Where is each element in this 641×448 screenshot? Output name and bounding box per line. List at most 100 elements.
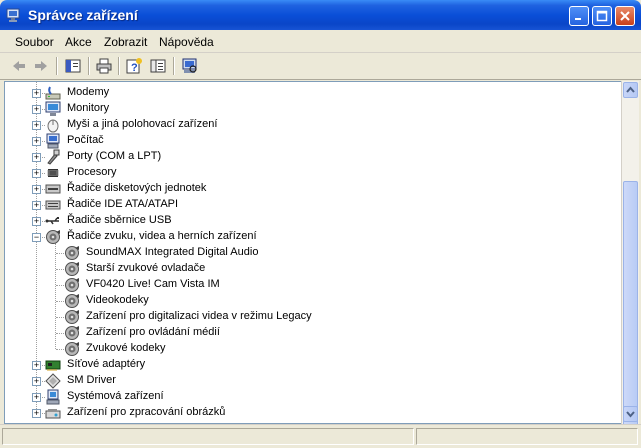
tree-item-starsi-zvukove-ovladace[interactable]: Starší zvukové ovladače bbox=[5, 261, 615, 277]
expand-toggle[interactable]: + bbox=[32, 169, 41, 178]
arrow-down-icon bbox=[626, 411, 635, 418]
expand-toggle[interactable]: + bbox=[32, 153, 41, 162]
sound-icon bbox=[46, 230, 60, 244]
maximize-icon bbox=[596, 10, 608, 22]
expand-toggle[interactable]: + bbox=[32, 377, 41, 386]
sound-icon bbox=[65, 262, 79, 276]
toolbar: ? bbox=[0, 53, 641, 80]
mouse-icon bbox=[47, 119, 59, 133]
menu-akce[interactable]: Akce bbox=[65, 35, 92, 49]
close-button[interactable] bbox=[615, 6, 635, 26]
toolbar-separator bbox=[56, 57, 58, 75]
device-manager-icon bbox=[6, 8, 20, 22]
expand-toggle[interactable]: + bbox=[32, 185, 41, 194]
properties-icon[interactable] bbox=[149, 57, 167, 75]
tree-item-radice-zvuku-videa-a-hernich-zarizeni[interactable]: − Řadiče zvuku, videa a herních zařízení bbox=[5, 229, 615, 245]
sound-icon bbox=[65, 294, 79, 308]
expand-toggle[interactable]: + bbox=[32, 137, 41, 146]
maximize-button[interactable] bbox=[592, 6, 612, 26]
print-icon[interactable] bbox=[95, 57, 113, 75]
menu-soubor[interactable]: Soubor bbox=[15, 35, 54, 49]
tree-item-label: Zařízení pro digitalizaci videa v režimu… bbox=[86, 310, 312, 322]
tree-item-zarizeni-pro-zpracovani-obrazku[interactable]: + Zařízení pro zpracování obrázků bbox=[5, 405, 615, 421]
tree-item-label: VF0420 Live! Cam Vista IM bbox=[86, 278, 220, 290]
menu-napoveda[interactable]: Nápověda bbox=[159, 35, 214, 49]
imaging-device-icon bbox=[45, 409, 61, 419]
expand-toggle[interactable]: + bbox=[32, 89, 41, 98]
tree-item-systemova-zarizeni[interactable]: + Systémová zařízení bbox=[5, 389, 615, 405]
tree-item-soundmax-integrated-digital-audio[interactable]: SoundMAX Integrated Digital Audio bbox=[5, 245, 615, 261]
toolbar-separator bbox=[88, 57, 90, 75]
tree-item-zarizeni-pro-ovladani-medii[interactable]: Zařízení pro ovládání médií bbox=[5, 325, 615, 341]
sound-icon bbox=[65, 342, 79, 356]
expand-toggle[interactable]: + bbox=[32, 217, 41, 226]
tree-item-zvukove-kodeky[interactable]: Zvukové kodeky bbox=[5, 341, 615, 357]
minimize-button[interactable] bbox=[569, 6, 589, 26]
tree-item-label: Řadiče sběrnice USB bbox=[67, 214, 172, 226]
collapse-toggle[interactable]: − bbox=[32, 233, 41, 242]
expand-toggle[interactable]: + bbox=[32, 105, 41, 114]
tree-item-sitove-adaptery[interactable]: + Síťové adaptéry bbox=[5, 357, 615, 373]
scan-hardware-icon[interactable] bbox=[181, 57, 199, 75]
tree-item-porty-com-a-lpt[interactable]: + Porty (COM a LPT) bbox=[5, 149, 615, 165]
status-cell-main bbox=[2, 428, 414, 445]
expand-toggle[interactable]: + bbox=[32, 121, 41, 130]
port-icon bbox=[47, 149, 60, 165]
usb-icon bbox=[45, 217, 59, 225]
tree-item-label: Síťové adaptéry bbox=[67, 358, 146, 370]
tree-item-zarizeni-pro-digitalizaci-videa-v-rezimu-legacy[interactable]: Zařízení pro digitalizaci videa v režimu… bbox=[5, 309, 615, 325]
tree-item-pocitac[interactable]: + Počítač bbox=[5, 133, 615, 149]
tree-item-modemy[interactable]: + Modemy bbox=[5, 85, 615, 101]
tree-item-label: Počítač bbox=[67, 134, 104, 146]
tree-item-label: Zařízení pro ovládání médií bbox=[86, 326, 220, 338]
vertical-scrollbar[interactable] bbox=[621, 81, 639, 431]
scroll-up-button[interactable] bbox=[623, 82, 638, 98]
scroll-down-button[interactable] bbox=[623, 406, 638, 422]
help-icon[interactable]: ? bbox=[125, 57, 143, 75]
tree-item-radice-sbernice-usb[interactable]: + Řadiče sběrnice USB bbox=[5, 213, 615, 229]
tree-item-label: SM Driver bbox=[67, 374, 116, 386]
tree-connector bbox=[56, 301, 64, 302]
sound-icon bbox=[65, 246, 79, 260]
device-manager-window: Správce zařízení Soubor Akce Zobrazit Ná… bbox=[0, 0, 641, 448]
tree-item-radice-ide-ata-atapi[interactable]: + Řadiče IDE ATA/ATAPI bbox=[5, 197, 615, 213]
tree-item-vf0420-live-cam-vista-im[interactable]: VF0420 Live! Cam Vista IM bbox=[5, 277, 615, 293]
system-device-icon bbox=[46, 389, 60, 405]
forward-icon[interactable] bbox=[32, 57, 50, 75]
tree-connector bbox=[56, 285, 64, 286]
tree-item-label: Videokodeky bbox=[86, 294, 149, 306]
tree-item-videokodeky[interactable]: Videokodeky bbox=[5, 293, 615, 309]
menu-zobrazit[interactable]: Zobrazit bbox=[104, 35, 147, 49]
tree-item-radice-disketovych-jednotek[interactable]: + Řadiče disketových jednotek bbox=[5, 181, 615, 197]
expand-toggle[interactable]: + bbox=[32, 393, 41, 402]
device-tree[interactable]: + Modemy + Monitory + Myši a jiná polohovací … bbox=[4, 81, 623, 424]
tree-item-label: Modemy bbox=[67, 86, 110, 98]
tree-item-label: Zařízení pro zpracování obrázků bbox=[67, 406, 226, 418]
status-bar bbox=[0, 424, 641, 448]
tree-connector bbox=[56, 253, 64, 254]
sm-driver-icon bbox=[45, 373, 61, 389]
back-icon[interactable] bbox=[10, 57, 28, 75]
tree-item-label: Monitory bbox=[67, 102, 110, 114]
minimize-icon bbox=[575, 18, 581, 20]
tree-connector bbox=[56, 349, 64, 350]
tree-connector bbox=[56, 333, 64, 334]
sound-icon bbox=[65, 326, 79, 340]
title-bar[interactable]: Správce zařízení bbox=[0, 0, 641, 30]
tree-item-procesory[interactable]: + Procesory bbox=[5, 165, 615, 181]
tree-item-label: Zvukové kodeky bbox=[86, 342, 166, 354]
tree-item-sm-driver[interactable]: + SM Driver bbox=[5, 373, 615, 389]
toolbar-separator bbox=[118, 57, 120, 75]
window-title: Správce zařízení bbox=[28, 7, 138, 23]
tree-item-label: Procesory bbox=[67, 166, 117, 178]
scroll-thumb[interactable] bbox=[623, 181, 638, 431]
expand-toggle[interactable]: + bbox=[32, 361, 41, 370]
tree-connector bbox=[56, 317, 64, 318]
close-icon bbox=[620, 11, 630, 21]
tree-item-mysi-a-jina-polohovaci-zarizeni[interactable]: + Myši a jiná polohovací zařízení bbox=[5, 117, 615, 133]
expand-toggle[interactable]: + bbox=[32, 201, 41, 210]
tree-item-label: Řadiče disketových jednotek bbox=[67, 182, 207, 194]
expand-toggle[interactable]: + bbox=[32, 409, 41, 418]
console-tree-icon[interactable] bbox=[64, 57, 82, 75]
tree-item-monitory[interactable]: + Monitory bbox=[5, 101, 615, 117]
